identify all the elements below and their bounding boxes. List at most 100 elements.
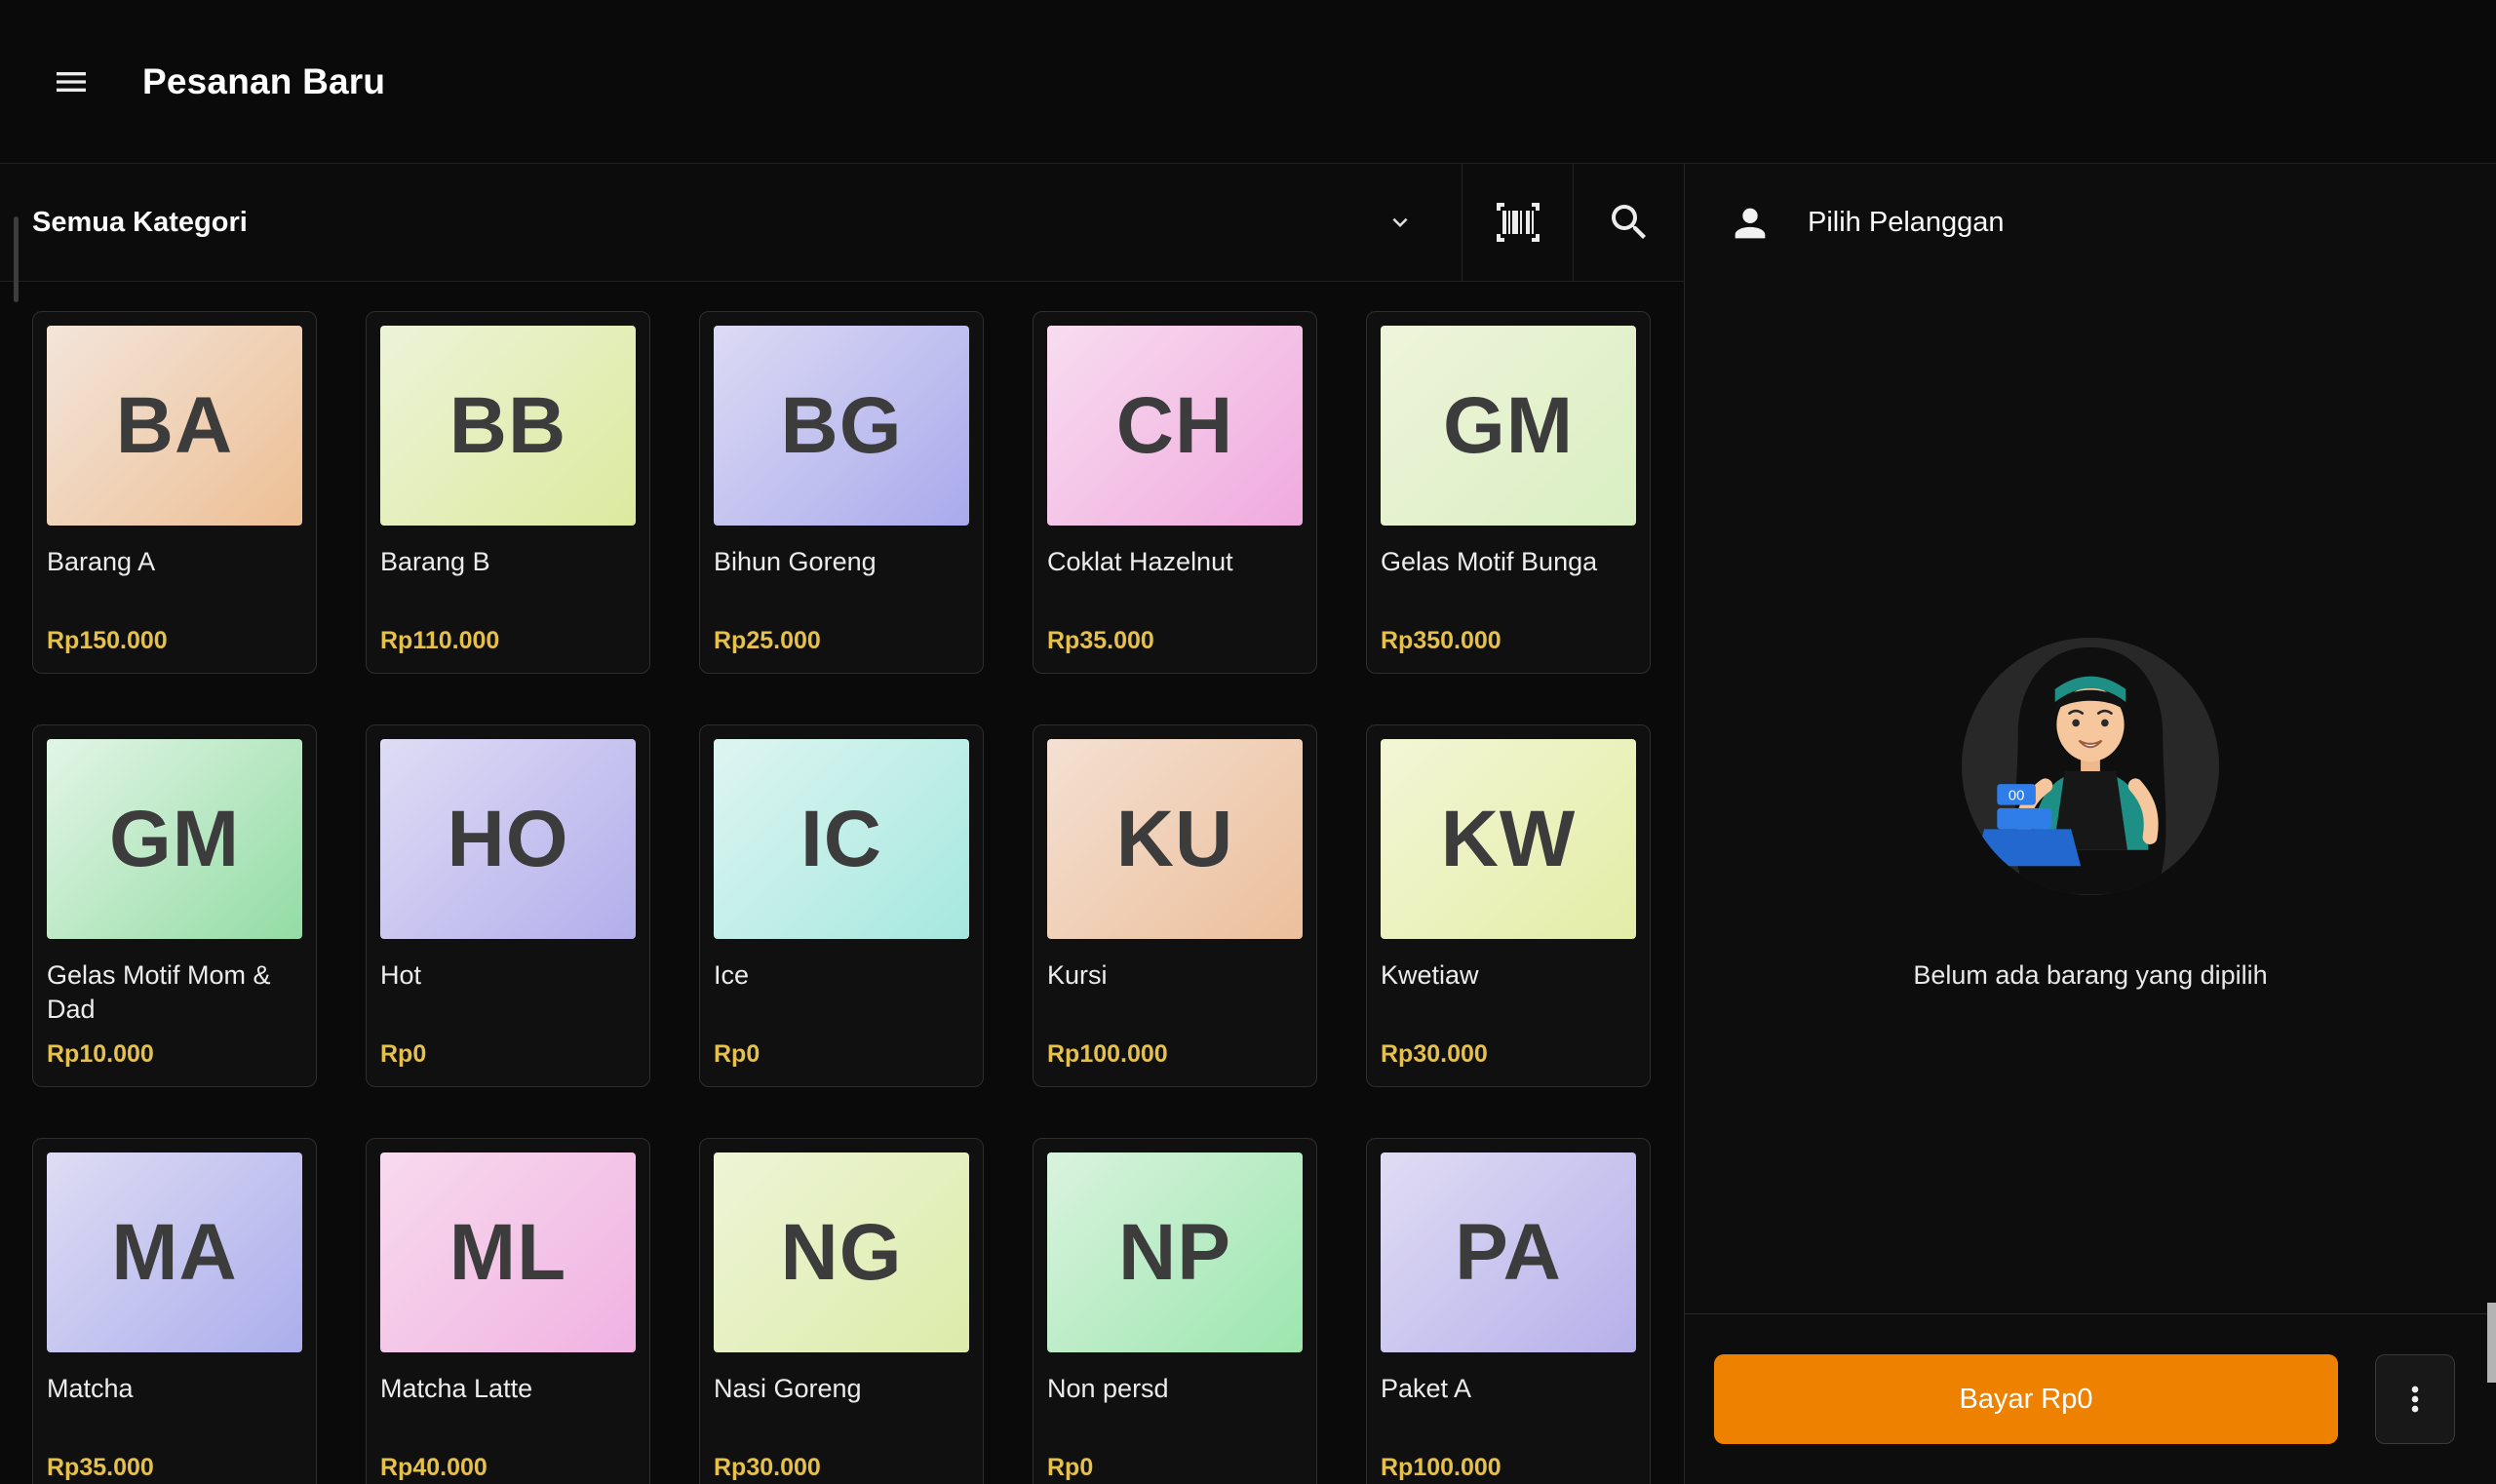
product-price: Rp40.000 [380, 1454, 636, 1482]
hamburger-icon [52, 62, 91, 101]
cart-footer: Bayar Rp0 [1685, 1313, 2496, 1484]
product-card[interactable]: NP Non persd Rp0 [1033, 1138, 1317, 1484]
product-card[interactable]: HO Hot Rp0 [366, 724, 650, 1087]
product-name: Paket A [1381, 1372, 1636, 1406]
product-card[interactable]: GM Gelas Motif Bunga Rp350.000 [1366, 311, 1651, 674]
product-name: Nasi Goreng [714, 1372, 969, 1406]
product-card[interactable]: MA Matcha Rp35.000 [32, 1138, 317, 1484]
product-price: Rp350.000 [1381, 627, 1636, 655]
product-name: Matcha [47, 1372, 302, 1406]
product-initials: NG [781, 1207, 903, 1299]
product-card[interactable]: IC Ice Rp0 [699, 724, 984, 1087]
product-initials: PA [1455, 1207, 1562, 1299]
product-card[interactable]: BG Bihun Goreng Rp25.000 [699, 311, 984, 674]
category-select-label: Semua Kategori [32, 207, 1385, 239]
product-name: Barang A [47, 545, 302, 579]
product-price: Rp35.000 [1047, 627, 1303, 655]
toolbar: Semua Kategori [0, 164, 1684, 282]
product-tile: KU [1047, 739, 1303, 939]
product-price: Rp0 [714, 1040, 969, 1069]
product-name: Non persd [1047, 1372, 1303, 1406]
product-name: Gelas Motif Mom & Dad [47, 958, 302, 1026]
product-price: Rp0 [1047, 1454, 1303, 1482]
product-grid-area: BA Barang A Rp150.000 BB Barang B Rp110.… [0, 282, 1684, 1484]
product-price: Rp100.000 [1047, 1040, 1303, 1069]
product-name: Matcha Latte [380, 1372, 636, 1406]
product-tile: HO [380, 739, 636, 939]
product-card[interactable]: BA Barang A Rp150.000 [32, 311, 317, 674]
product-price: Rp35.000 [47, 1454, 302, 1482]
product-grid: BA Barang A Rp150.000 BB Barang B Rp110.… [32, 311, 1684, 1484]
product-name: Hot [380, 958, 636, 993]
product-name: Coklat Hazelnut [1047, 545, 1303, 579]
product-tile: NP [1047, 1152, 1303, 1352]
product-price: Rp25.000 [714, 627, 969, 655]
product-price: Rp30.000 [1381, 1040, 1636, 1069]
product-price: Rp150.000 [47, 627, 302, 655]
product-tile: BA [47, 326, 302, 526]
product-card[interactable]: BB Barang B Rp110.000 [366, 311, 650, 674]
product-name: Kwetiaw [1381, 958, 1636, 993]
product-initials: BA [116, 380, 233, 472]
product-name: Bihun Goreng [714, 545, 969, 579]
menu-button[interactable] [27, 38, 115, 126]
register-display: 00 [2008, 788, 2025, 803]
product-initials: GM [1443, 380, 1574, 472]
product-initials: KU [1116, 794, 1233, 885]
product-initials: KW [1441, 794, 1577, 885]
product-tile: PA [1381, 1152, 1636, 1352]
product-initials: MA [111, 1207, 238, 1299]
search-icon [1606, 199, 1653, 246]
product-name: Ice [714, 958, 969, 993]
product-tile: MA [47, 1152, 302, 1352]
product-card[interactable]: PA Paket A Rp100.000 [1366, 1138, 1651, 1484]
pos-app: Pesanan Baru Semua Kategori BA Barang A [0, 0, 2496, 1484]
product-price: Rp110.000 [380, 627, 636, 655]
product-tile: IC [714, 739, 969, 939]
barcode-scan-icon [1495, 199, 1541, 246]
product-tile: ML [380, 1152, 636, 1352]
customer-select[interactable]: Pilih Pelanggan [1685, 164, 2496, 282]
product-initials: ML [449, 1207, 566, 1299]
barcode-scan-button[interactable] [1462, 164, 1573, 281]
product-initials: NP [1118, 1207, 1231, 1299]
product-name: Gelas Motif Bunga [1381, 545, 1636, 579]
product-card[interactable]: GM Gelas Motif Mom & Dad Rp10.000 [32, 724, 317, 1087]
more-options-button[interactable] [2375, 1354, 2455, 1444]
product-card[interactable]: CH Coklat Hazelnut Rp35.000 [1033, 311, 1317, 674]
product-card[interactable]: KU Kursi Rp100.000 [1033, 724, 1317, 1087]
product-initials: IC [800, 794, 882, 885]
product-tile: GM [1381, 326, 1636, 526]
product-tile: GM [47, 739, 302, 939]
product-initials: BB [449, 380, 566, 472]
cart-panel: Pilih Pelanggan [1684, 164, 2496, 1484]
product-tile: CH [1047, 326, 1303, 526]
product-tile: KW [1381, 739, 1636, 939]
pay-button[interactable]: Bayar Rp0 [1714, 1354, 2338, 1444]
product-price: Rp10.000 [47, 1040, 302, 1069]
top-bar: Pesanan Baru [0, 0, 2496, 164]
product-tile: NG [714, 1152, 969, 1352]
window-scrollbar[interactable] [2487, 1303, 2496, 1383]
product-card[interactable]: NG Nasi Goreng Rp30.000 [699, 1138, 984, 1484]
product-price: Rp100.000 [1381, 1454, 1636, 1482]
product-name: Barang B [380, 545, 636, 579]
product-name: Kursi [1047, 958, 1303, 993]
search-button[interactable] [1573, 164, 1684, 281]
product-tile: BG [714, 326, 969, 526]
person-icon [1728, 201, 1773, 246]
product-initials: CH [1116, 380, 1233, 472]
category-select[interactable]: Semua Kategori [0, 164, 1462, 281]
product-card[interactable]: KW Kwetiaw Rp30.000 [1366, 724, 1651, 1087]
cashier-illustration: 00 [1930, 605, 2251, 927]
empty-cart-state: 00 Belum ada barang yang dipilih [1685, 282, 2496, 1313]
customer-select-label: Pilih Pelanggan [1808, 207, 2005, 239]
product-price: Rp0 [380, 1040, 636, 1069]
chevron-down-icon [1385, 208, 1415, 237]
empty-cart-message: Belum ada barang yang dipilih [1913, 960, 2267, 991]
product-card[interactable]: ML Matcha Latte Rp40.000 [366, 1138, 650, 1484]
product-price: Rp30.000 [714, 1454, 969, 1482]
kebab-menu-icon [2396, 1380, 2435, 1419]
product-initials: HO [448, 794, 569, 885]
product-initials: BG [781, 380, 903, 472]
